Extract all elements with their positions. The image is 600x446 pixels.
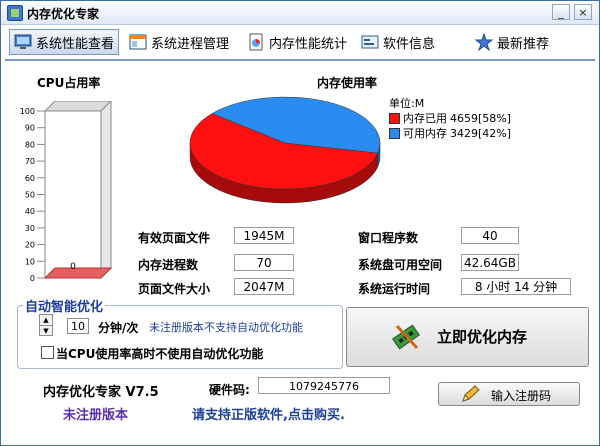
page-file-value: 1945M bbox=[234, 227, 294, 244]
cpu-tick-label: 90 bbox=[25, 124, 35, 133]
menu-item-software-info[interactable]: 软件信息 bbox=[357, 29, 439, 55]
legend-item-used: 内存已用 4659[58%] bbox=[389, 111, 511, 126]
stepper-down-icon[interactable]: ▼ bbox=[40, 326, 52, 336]
pie-legend: 单位:M 内存已用 4659[58%] 可用内存 3429[42%] bbox=[389, 96, 511, 141]
pencil-icon bbox=[462, 385, 480, 402]
legend-unit: 单位:M bbox=[389, 97, 425, 110]
process-count-value: 70 bbox=[234, 254, 294, 271]
close-button[interactable]: × bbox=[574, 4, 592, 20]
cpu-usage-gauge: 1009080706050403020100 0 bbox=[20, 101, 113, 283]
minimize-button[interactable]: _ bbox=[552, 4, 570, 20]
memory-chip-tools-icon bbox=[392, 324, 420, 350]
cpu-tick-label: 10 bbox=[25, 257, 35, 266]
menu-item-recommend[interactable]: 最新推荐 bbox=[471, 29, 553, 55]
interval-input[interactable]: 10 bbox=[67, 318, 89, 334]
enter-registration-button[interactable]: 输入注册码 bbox=[438, 382, 580, 406]
hardware-code-label: 硬件码: bbox=[209, 383, 250, 397]
cpu-tick-label: 60 bbox=[25, 174, 35, 183]
window-count-value: 40 bbox=[461, 227, 519, 244]
info-card-icon bbox=[361, 33, 379, 51]
menu-item-processes[interactable]: 系统进程管理 bbox=[125, 29, 233, 55]
monitor-icon bbox=[14, 33, 32, 51]
title-bar[interactable]: 内存优化专家 _ × bbox=[1, 1, 599, 25]
stepper-up-icon[interactable]: ▲ bbox=[40, 315, 52, 326]
cpu-value-label: 0 bbox=[70, 262, 76, 272]
high-cpu-checkbox-label[interactable]: 当CPU使用率高时不使用自动优化功能 bbox=[56, 345, 263, 362]
high-cpu-checkbox[interactable] bbox=[41, 346, 54, 359]
app-version: 内存优化专家 V7.5 bbox=[43, 385, 159, 400]
main-menu: 系统性能查看 系统进程管理 内存性能统计 软件信息 最新推荐 bbox=[1, 25, 599, 59]
disk-free-label: 系统盘可用空间 bbox=[358, 258, 443, 272]
enter-registration-label: 输入注册码 bbox=[491, 389, 552, 403]
buy-link[interactable]: 请支持正版软件,点击购买. bbox=[192, 404, 345, 423]
cpu-title: CPU占用率 bbox=[37, 76, 101, 90]
app-window: 内存优化专家 _ × 系统性能查看 系统进程管理 内存性能统计 软件信息 最新推… bbox=[0, 0, 600, 446]
cpu-tick-label: 30 bbox=[25, 224, 35, 233]
page-size-label: 页面文件大小 bbox=[138, 282, 211, 296]
minimize-icon: _ bbox=[558, 6, 564, 19]
uptime-value: 8 小时 14 分钟 bbox=[461, 278, 571, 295]
legend-swatch-used bbox=[389, 113, 400, 124]
cpu-tick-label: 50 bbox=[25, 191, 35, 200]
uptime-label: 系统运行时间 bbox=[358, 282, 431, 296]
menu-item-performance[interactable]: 系统性能查看 bbox=[9, 29, 120, 55]
auto-unregistered-note: 未注册版本不支持自动优化功能 bbox=[149, 321, 303, 334]
star-badge-icon bbox=[474, 32, 494, 52]
cpu-tick-label: 20 bbox=[25, 241, 35, 250]
cpu-tick-label: 0 bbox=[30, 274, 35, 283]
window-title: 内存优化专家 bbox=[27, 7, 100, 21]
memory-pie-chart bbox=[189, 96, 381, 204]
hardware-code-field[interactable]: 1079245776 bbox=[258, 377, 390, 394]
close-icon: × bbox=[578, 6, 588, 19]
window-count-label: 窗口程序数 bbox=[358, 231, 419, 245]
cpu-tick-label: 70 bbox=[25, 157, 35, 166]
optimize-now-label: 立即优化内存 bbox=[437, 328, 528, 346]
app-icon bbox=[7, 5, 23, 21]
interval-stepper[interactable]: ▲ ▼ bbox=[39, 314, 53, 336]
menu-separator bbox=[5, 59, 595, 61]
unregistered-version-label: 未注册版本 bbox=[63, 408, 129, 423]
cpu-tick-label: 80 bbox=[25, 140, 35, 149]
auto-optimize-title: 自动智能优化 bbox=[23, 296, 106, 315]
page-size-value: 2047M bbox=[234, 278, 294, 295]
window-icon bbox=[129, 33, 147, 51]
cpu-tick-label: 40 bbox=[25, 207, 35, 216]
optimize-now-button[interactable]: 立即优化内存 bbox=[346, 307, 589, 367]
memory-chart-title: 内存使用率 bbox=[317, 76, 378, 90]
interval-unit: 分钟/次 bbox=[98, 321, 139, 335]
legend-item-free: 可用内存 3429[42%] bbox=[389, 126, 511, 141]
page-file-label: 有效页面文件 bbox=[138, 231, 211, 245]
menu-item-memory-stats[interactable]: 内存性能统计 bbox=[243, 29, 351, 55]
legend-swatch-free bbox=[389, 128, 400, 139]
process-count-label: 内存进程数 bbox=[138, 258, 199, 272]
cpu-tick-label: 100 bbox=[20, 107, 35, 116]
disk-free-value: 42.64GB bbox=[461, 254, 519, 271]
document-chart-icon bbox=[247, 33, 265, 51]
